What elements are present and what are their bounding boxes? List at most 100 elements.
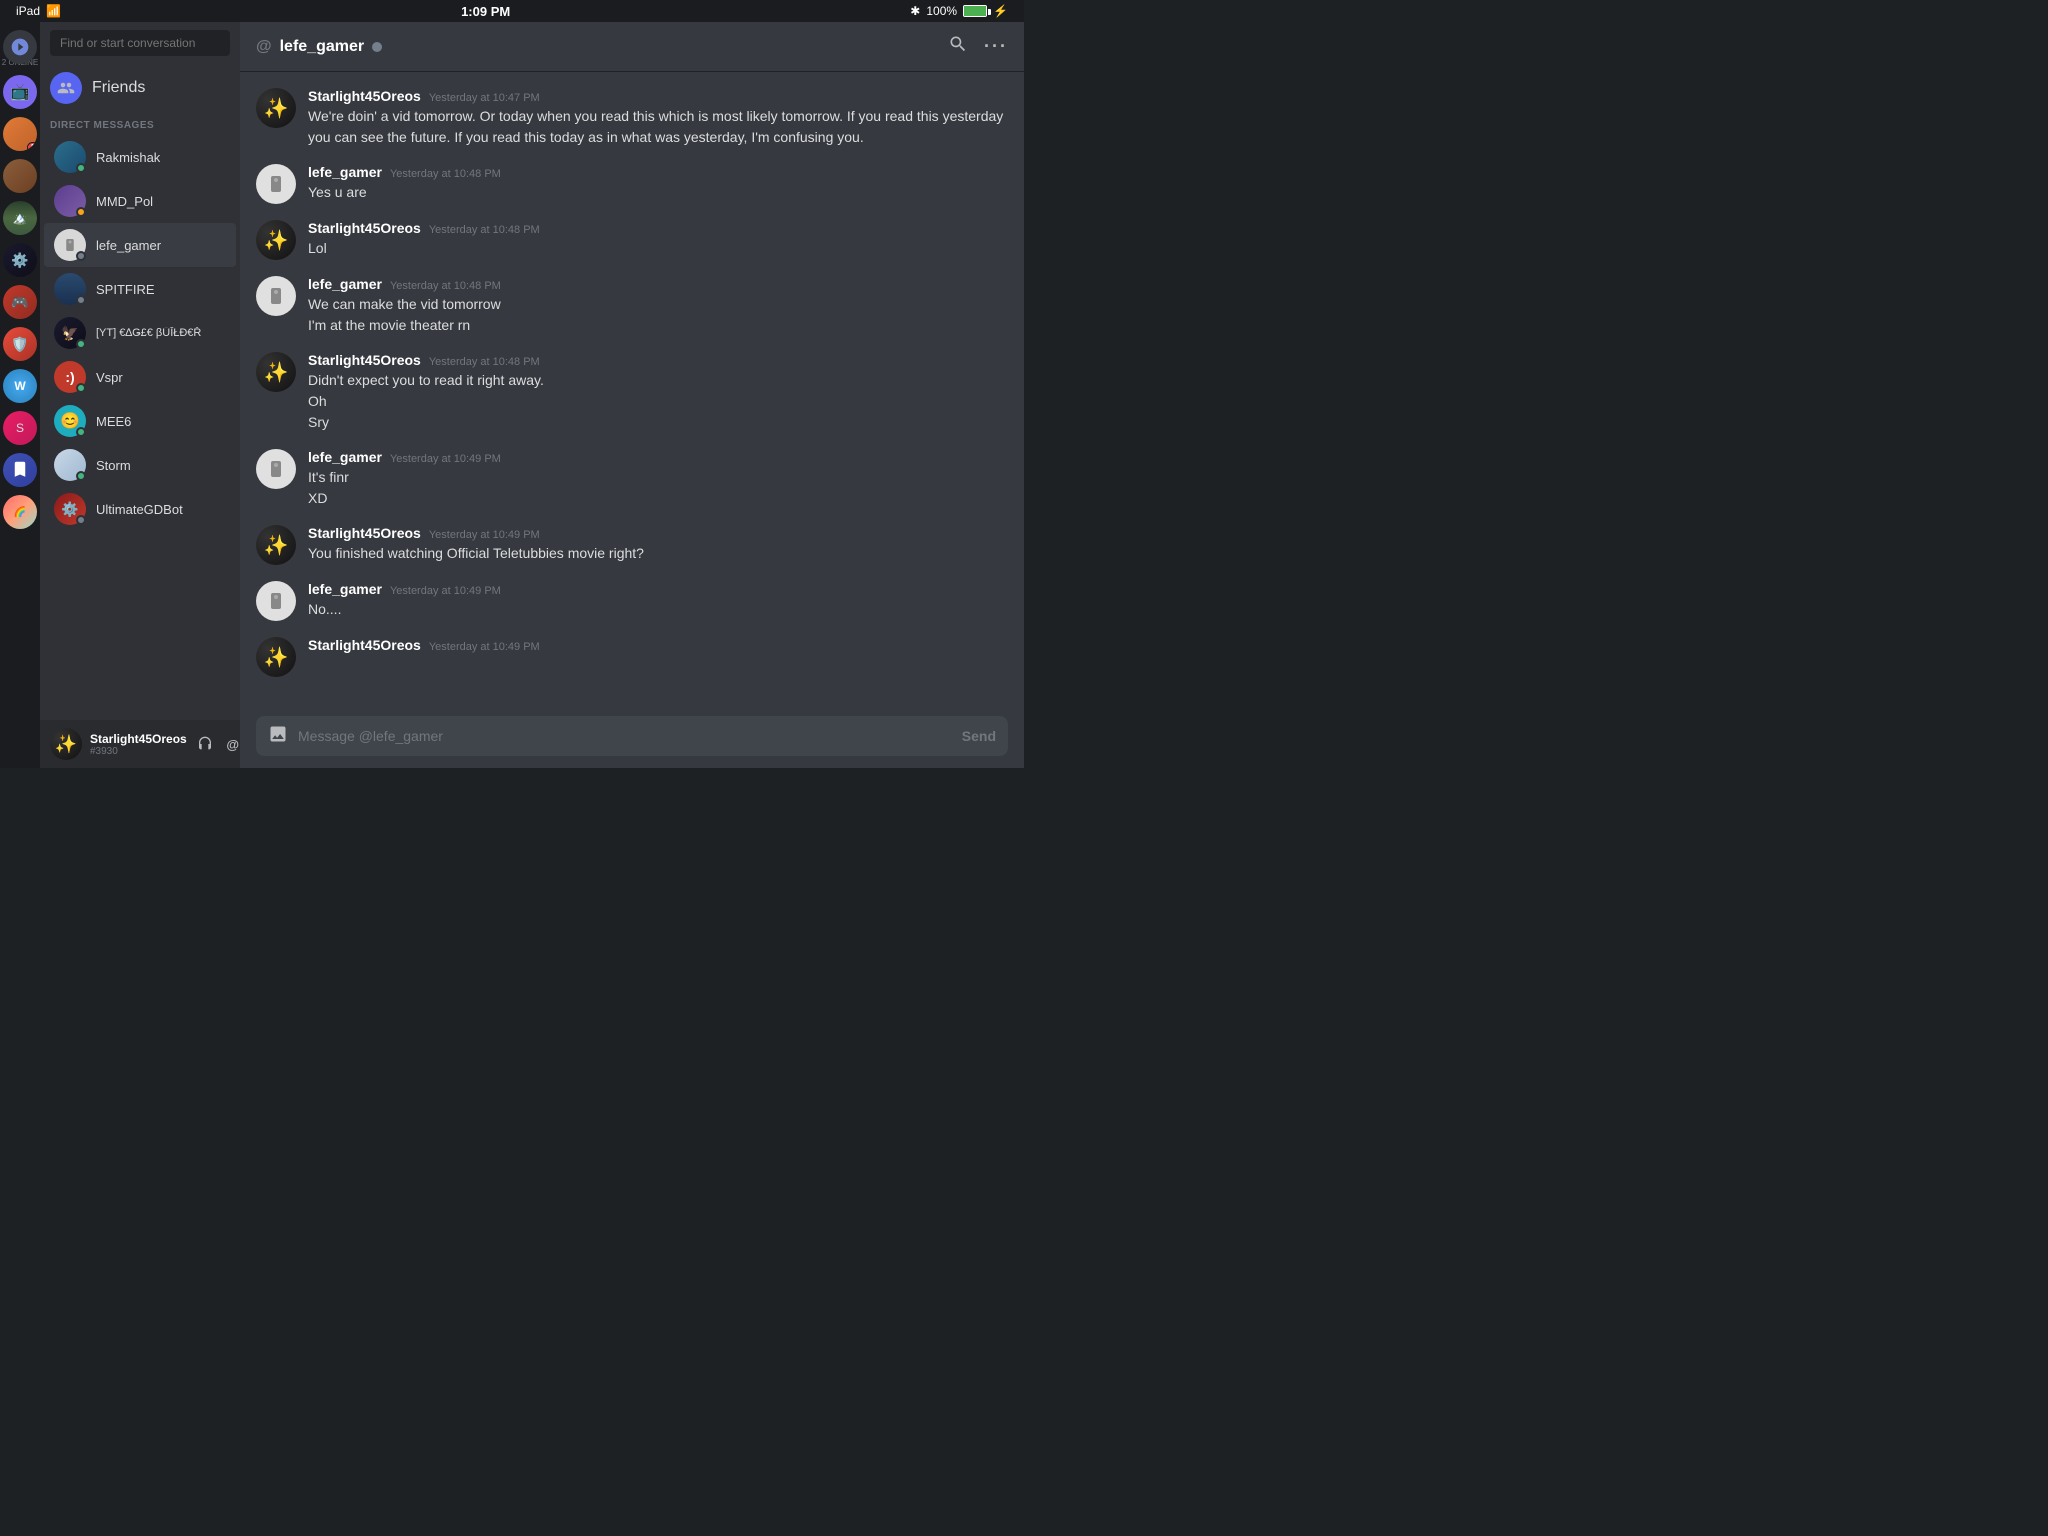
message-text-1: We're doin' a vid tomorrow. Or today whe… (308, 106, 1008, 148)
friends-label: Friends (92, 79, 145, 97)
message-text-3: Lol (308, 238, 1008, 259)
dm-item-lefe[interactable]: lefe_gamer (44, 223, 236, 267)
status-right: ✱ 100% ⚡ (910, 4, 1008, 18)
dm-item-spitfire[interactable]: SPITFIRE (44, 267, 236, 311)
message-header-3: Starlight45Oreos Yesterday at 10:48 PM (308, 220, 1008, 236)
message-content-9: Starlight45Oreos Yesterday at 10:49 PM (308, 637, 1008, 677)
message-timestamp-2: Yesterday at 10:48 PM (390, 168, 501, 180)
user-panel-info: Starlight45Oreos #3930 (90, 732, 187, 757)
message-group-5: ✨ Starlight45Oreos Yesterday at 10:48 PM… (256, 352, 1008, 433)
message-text-5c: Sry (308, 412, 1008, 433)
message-timestamp-5: Yesterday at 10:48 PM (429, 356, 540, 368)
send-button[interactable]: Send (962, 728, 996, 744)
server-icon-7[interactable]: 🛡️ (3, 327, 37, 361)
dm-home-icon[interactable] (3, 30, 37, 64)
chat-header-name: @ lefe_gamer (256, 38, 938, 56)
message-header-8: lefe_gamer Yesterday at 10:49 PM (308, 581, 1008, 597)
message-timestamp-4: Yesterday at 10:48 PM (390, 280, 501, 292)
server-icon-8[interactable]: W (3, 369, 37, 403)
message-header-2: lefe_gamer Yesterday at 10:48 PM (308, 164, 1008, 180)
bluetooth-icon: ✱ (910, 4, 920, 18)
dm-item-ultimategdbot[interactable]: ⚙️ UltimateGDBot (44, 487, 236, 531)
message-avatar-8 (256, 581, 296, 621)
message-header-1: Starlight45Oreos Yesterday at 10:47 PM (308, 88, 1008, 104)
server-icon-9[interactable]: S (3, 411, 37, 445)
server-icon-6[interactable]: 🎮 (3, 285, 37, 319)
friends-avatar (50, 72, 82, 104)
message-input-area: Send (240, 704, 1024, 768)
mute-icon[interactable] (195, 734, 215, 754)
message-group-9: ✨ Starlight45Oreos Yesterday at 10:49 PM (256, 637, 1008, 677)
dm-avatar-spitfire (54, 273, 86, 305)
dm-item-eagle[interactable]: 🦅 [YT] €∆Ǥ£€ βŪĪŁĐ€Ř (44, 311, 236, 355)
message-input[interactable] (298, 716, 952, 756)
server-icon-2[interactable]: 5 (3, 117, 37, 151)
message-text-6a: It's finr (308, 467, 1008, 488)
message-avatar-1: ✨ (256, 88, 296, 128)
message-author-7: Starlight45Oreos (308, 525, 421, 541)
search-bar-container (40, 22, 240, 64)
message-content-5: Starlight45Oreos Yesterday at 10:48 PM D… (308, 352, 1008, 433)
more-options-icon[interactable]: ··· (984, 36, 1008, 57)
dm-list: Rakmishak MMD_Pol (40, 135, 240, 720)
status-dot-vspr (76, 383, 86, 393)
dm-avatar-mmd (54, 185, 86, 217)
server-icon-3[interactable] (3, 159, 37, 193)
dm-avatar-lefe (54, 229, 86, 261)
user-panel-avatar: ✨ (50, 728, 82, 760)
time-display: 1:09 PM (461, 4, 510, 19)
dm-section-label: DIRECT MESSAGES (40, 112, 240, 135)
dm-avatar-vspr: :) (54, 361, 86, 393)
message-content-2: lefe_gamer Yesterday at 10:48 PM Yes u a… (308, 164, 1008, 204)
message-avatar-7: ✨ (256, 525, 296, 565)
server-icon-5[interactable]: ⚙️ (3, 243, 37, 277)
message-text-4a: We can make the vid tomorrow (308, 294, 1008, 315)
status-dot-mee6 (76, 427, 86, 437)
dm-avatar-ultimategdbot: ⚙️ (54, 493, 86, 525)
charging-icon: ⚡ (993, 4, 1008, 18)
status-dot-lefe (76, 251, 86, 261)
app-body: 2 ONLINE 📺 5 🏔️ ⚙️ 🎮 🛡️ W S (0, 22, 1024, 768)
dm-name-rakmishak: Rakmishak (96, 150, 160, 165)
status-dot-rakmishak (76, 163, 86, 173)
user-panel-name: Starlight45Oreos (90, 732, 187, 746)
message-content-6: lefe_gamer Yesterday at 10:49 PM It's fi… (308, 449, 1008, 509)
message-avatar-9: ✨ (256, 637, 296, 677)
dm-name-eagle: [YT] €∆Ǥ£€ βŪĪŁĐ€Ř (96, 327, 201, 339)
dm-name-ultimategdbot: UltimateGDBot (96, 502, 183, 517)
dm-name-spitfire: SPITFIRE (96, 282, 155, 297)
device-label: iPad (16, 4, 40, 18)
message-timestamp-7: Yesterday at 10:49 PM (429, 529, 540, 541)
dm-item-mmd[interactable]: MMD_Pol (44, 179, 236, 223)
message-author-3: Starlight45Oreos (308, 220, 421, 236)
message-timestamp-8: Yesterday at 10:49 PM (390, 585, 501, 597)
message-text-6b: XD (308, 488, 1008, 509)
message-header-6: lefe_gamer Yesterday at 10:49 PM (308, 449, 1008, 465)
chat-header-icons: ··· (948, 34, 1008, 59)
chat-header: @ lefe_gamer ··· (240, 22, 1024, 72)
search-icon[interactable] (948, 34, 968, 59)
dm-item-mee6[interactable]: 😊 MEE6 (44, 399, 236, 443)
attach-icon[interactable] (268, 724, 288, 749)
server-icon-4[interactable]: 🏔️ (3, 201, 37, 235)
message-content-3: Starlight45Oreos Yesterday at 10:48 PM L… (308, 220, 1008, 260)
dm-item-rakmishak[interactable]: Rakmishak (44, 135, 236, 179)
server-icon-11[interactable]: 🌈 (3, 495, 37, 529)
message-avatar-3: ✨ (256, 220, 296, 260)
friends-item[interactable]: Friends (40, 64, 240, 112)
message-group-2: lefe_gamer Yesterday at 10:48 PM Yes u a… (256, 164, 1008, 204)
message-author-2: lefe_gamer (308, 164, 382, 180)
status-dot-spitfire (76, 295, 86, 305)
message-avatar-6 (256, 449, 296, 489)
server-icon-twitch[interactable]: 📺 (3, 75, 37, 109)
message-header-9: Starlight45Oreos Yesterday at 10:49 PM (308, 637, 1008, 653)
server-icon-10[interactable] (3, 453, 37, 487)
at-symbol: @ (256, 38, 272, 56)
dm-item-vspr[interactable]: :) Vspr (44, 355, 236, 399)
message-header-5: Starlight45Oreos Yesterday at 10:48 PM (308, 352, 1008, 368)
search-input[interactable] (50, 30, 230, 56)
message-content-1: Starlight45Oreos Yesterday at 10:47 PM W… (308, 88, 1008, 148)
dm-name-storm: Storm (96, 458, 131, 473)
dm-item-storm[interactable]: Storm (44, 443, 236, 487)
message-avatar-5: ✨ (256, 352, 296, 392)
